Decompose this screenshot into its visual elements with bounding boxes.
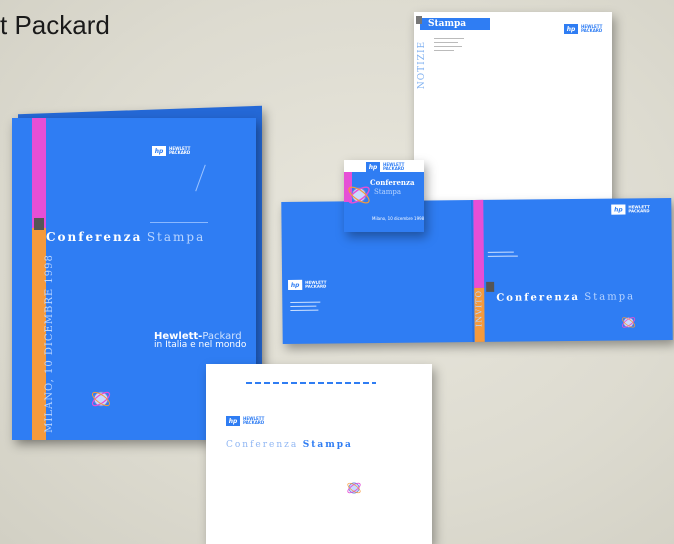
- hp-logo-icon: hp: [366, 162, 380, 172]
- letterhead-title: Stampa: [428, 19, 467, 29]
- cd-label-hp-logo: hp HEWLETT PACKARD: [366, 162, 404, 172]
- folder-hp-logo: hp HEWLETT PACKARD: [152, 146, 190, 156]
- letterhead-sheet: Stampa NOTIZIE hp HEWLETT PACKARD: [414, 12, 612, 208]
- folder-title: Conferenza Stampa: [46, 228, 205, 246]
- folder-tagline: in Italia e nel mondo: [154, 340, 247, 350]
- hp-logo-icon: hp: [152, 146, 166, 156]
- letterhead-hp-logo: hp HEWLETT PACKARD: [564, 24, 602, 34]
- letterhead-portrait: [416, 16, 422, 24]
- cd-label-title-b: Stampa: [374, 188, 402, 196]
- invitation-hp-logo: hp HEWLETT PACKARD: [226, 416, 264, 426]
- open-folder-side-text: INVITO: [474, 289, 484, 328]
- folder-portrait: [34, 218, 44, 230]
- folder-stripe-magenta: [32, 118, 46, 228]
- invitation-card: hp HEWLETT PACKARD Conferenza Stampa: [206, 364, 432, 544]
- open-folder: INVITO hp HEWLETT PACKARD hp HEWLETT PAC…: [281, 197, 673, 345]
- letterhead-title-bar: Stampa: [420, 18, 490, 30]
- headline-text: t Packard: [0, 10, 110, 40]
- folder-title-a: Conferenza: [46, 230, 143, 244]
- invitation-top-line: [246, 382, 376, 384]
- hp-logo-icon: hp: [611, 204, 626, 215]
- open-folder-inner-lines: [487, 251, 518, 257]
- hp-logo-icon: hp: [564, 24, 578, 34]
- invitation-title: Conferenza Stampa: [226, 434, 353, 452]
- open-folder-title-a: Conferenza: [496, 291, 580, 304]
- folder-side-text: MILANO, 10 DICEMBRE 1998: [43, 254, 55, 433]
- open-folder-hp-logo-left: hp HEWLETT PACKARD: [288, 280, 326, 290]
- open-folder-title-b: Stampa: [584, 291, 636, 303]
- invitation-title-b: Stampa: [302, 440, 353, 450]
- cd-label-card: hp HEWLETT PACKARD Conferenza Stampa Mil…: [344, 160, 424, 232]
- cd-label-title-a: Conferenza: [370, 178, 415, 187]
- letterhead-side-text: NOTIZIE: [417, 40, 428, 90]
- hp-logo-icon: hp: [226, 416, 240, 426]
- orbit-logo-icon: [621, 316, 636, 328]
- open-folder-hp-logo-right: hp HEWLETT PACKARD: [611, 204, 650, 215]
- open-folder-stripe-magenta: [473, 199, 485, 289]
- folder-slash-line: [195, 164, 206, 192]
- cd-label-footer: Milano, 10 dicembre 1998: [372, 216, 425, 221]
- hp-logo-icon: hp: [288, 279, 303, 290]
- open-folder-portrait: [486, 281, 495, 292]
- open-folder-title: Conferenza Stampa: [496, 286, 635, 305]
- orbit-logo-icon: [91, 391, 111, 407]
- folder-title-divider: [150, 222, 208, 223]
- invitation-title-a: Conferenza: [226, 440, 299, 450]
- orbit-logo-icon: [347, 482, 361, 494]
- open-folder-address-lines: [290, 301, 321, 311]
- folder-title-b: Stampa: [146, 230, 206, 244]
- letterhead-address-lines: [434, 38, 464, 51]
- orbit-logo-icon: [348, 186, 370, 204]
